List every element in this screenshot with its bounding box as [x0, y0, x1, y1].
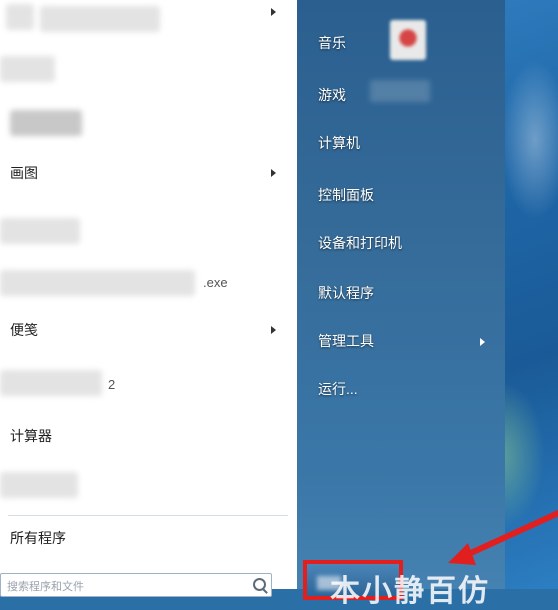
search-input[interactable]: 搜索程序和文件 [0, 573, 272, 597]
start-menu-programs-pane: 画图 .exe 便笺 2 计算器 所有程序 搜索程序和文件 [0, 0, 298, 597]
program-item-paint[interactable]: 画图 [0, 153, 290, 193]
blurred-label [0, 370, 102, 396]
blurred-label [0, 218, 80, 244]
search-placeholder: 搜索程序和文件 [7, 581, 84, 593]
menu-item-control-panel[interactable]: 控制面板 [318, 180, 508, 210]
menu-item-default-programs[interactable]: 默认程序 [318, 278, 508, 308]
program-item[interactable] [0, 210, 290, 250]
menu-item-music[interactable]: 音乐 [318, 28, 508, 58]
menu-item-computer[interactable]: 计算机 [318, 128, 508, 158]
program-item[interactable] [0, 0, 290, 36]
annotation-arrow-icon [448, 509, 558, 565]
program-item-calculator[interactable]: 计算器 [0, 416, 290, 456]
blurred-label [10, 110, 82, 136]
submenu-arrow-icon [271, 326, 276, 334]
program-label: 2 [108, 376, 116, 392]
search-icon[interactable] [253, 578, 266, 591]
blurred-label [0, 270, 195, 296]
submenu-arrow-icon [480, 338, 485, 346]
blurred-label [40, 6, 160, 32]
program-item-sticky-notes[interactable]: 便笺 [0, 310, 290, 350]
program-item[interactable] [0, 48, 290, 88]
program-item-exe[interactable]: .exe [0, 262, 290, 302]
program-item[interactable] [0, 466, 290, 506]
all-programs-button[interactable]: 所有程序 [10, 528, 66, 548]
wallpaper-glow [500, 60, 558, 220]
program-icon [6, 4, 34, 30]
program-label: 画图 [10, 165, 38, 181]
menu-item-devices-printers[interactable]: 设备和打印机 [318, 228, 508, 258]
menu-item-games[interactable]: 游戏 [318, 80, 508, 110]
separator [8, 515, 288, 516]
submenu-arrow-icon [271, 8, 276, 16]
program-item[interactable] [0, 104, 290, 144]
submenu-arrow-icon [271, 169, 276, 177]
program-item[interactable]: 2 [0, 364, 290, 404]
blurred-label [0, 56, 55, 82]
program-label: 便笺 [10, 322, 38, 338]
menu-item-run[interactable]: 运行... [318, 374, 508, 404]
program-label: .exe [203, 274, 228, 290]
blurred-label [0, 472, 78, 498]
program-label: 计算器 [10, 428, 52, 444]
